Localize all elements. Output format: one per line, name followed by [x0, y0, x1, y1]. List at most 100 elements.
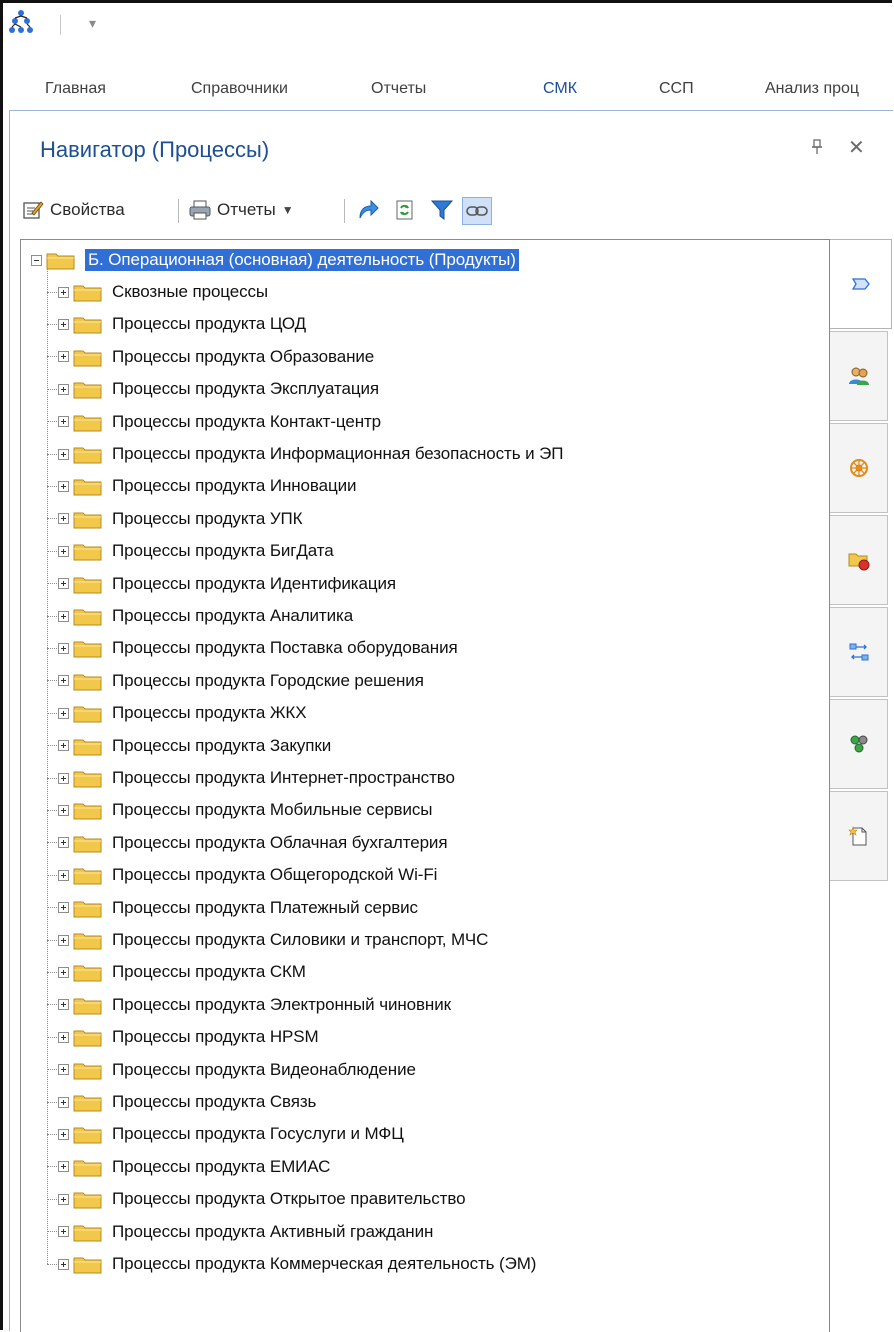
tree-node[interactable]: Процессы продукта ЖКХ [47, 699, 307, 727]
expand-icon[interactable] [58, 448, 69, 460]
tree-node[interactable]: Процессы продукта Облачная бухгалтерия [47, 829, 448, 857]
reports-dropdown-button[interactable]: Отчеты ▼ [188, 197, 294, 223]
tree-node[interactable]: Процессы продукта Идентификация [47, 570, 396, 598]
expand-icon[interactable] [58, 416, 69, 428]
tree-node[interactable]: Процессы продукта ЦОД [47, 310, 306, 338]
link-toggle-button[interactable] [462, 197, 492, 225]
tree-node[interactable]: Процессы продукта Закупки [47, 732, 331, 760]
expand-icon[interactable] [58, 578, 69, 590]
tree-node[interactable]: Процессы продукта Госуслуги и МФЦ [47, 1120, 404, 1148]
expand-icon[interactable] [58, 804, 69, 816]
expand-icon[interactable] [58, 902, 69, 914]
tree-node[interactable]: Процессы продукта Интернет-пространство [47, 764, 455, 792]
folder-icon [73, 1030, 102, 1047]
tree-node[interactable]: Сквозные процессы [47, 278, 268, 306]
properties-button[interactable]: Свойства [22, 197, 125, 223]
tree-node[interactable]: Процессы продукта Связь [47, 1088, 316, 1116]
side-tab-users[interactable] [830, 331, 888, 421]
tree-node[interactable]: Процессы продукта Общегородской Wi-Fi [47, 861, 437, 889]
tree-node[interactable]: Процессы продукта Поставка оборудования [47, 634, 458, 662]
side-tab-wheel[interactable] [830, 423, 888, 513]
tree-node[interactable]: Процессы продукта Аналитика [47, 602, 353, 630]
refresh-button[interactable] [394, 197, 416, 223]
tree-node[interactable]: Процессы продукта Информационная безопас… [47, 440, 563, 468]
tree-node[interactable]: Процессы продукта СКМ [47, 958, 306, 986]
go-to-button[interactable] [356, 197, 380, 223]
tree-node[interactable]: Процессы продукта HPSM [47, 1023, 319, 1051]
collapse-icon[interactable] [31, 254, 42, 266]
tree-node[interactable]: Процессы продукта Эксплуатация [47, 375, 379, 403]
tree-node-label: Процессы продукта СКМ [112, 962, 306, 982]
filter-button[interactable] [430, 197, 454, 223]
side-tab-connections[interactable] [830, 607, 888, 697]
expand-icon[interactable] [58, 1096, 69, 1108]
tree-node[interactable]: Процессы продукта Электронный чиновник [47, 991, 451, 1019]
expand-icon[interactable] [58, 1064, 69, 1076]
side-tab-objects[interactable] [830, 515, 888, 605]
reports-label: Отчеты [217, 200, 276, 219]
tree-connector [47, 1166, 57, 1168]
tree-node[interactable]: Процессы продукта Силовики и транспорт, … [47, 926, 488, 954]
expand-icon[interactable] [58, 1258, 69, 1270]
expand-icon[interactable] [58, 480, 69, 492]
new-document-icon [847, 826, 866, 846]
customize-qat-dropdown-icon[interactable]: ▾ [89, 15, 96, 32]
tree-node[interactable]: Процессы продукта Образование [47, 343, 374, 371]
folder-icon [73, 965, 102, 982]
expand-icon[interactable] [58, 513, 69, 525]
expand-icon[interactable] [58, 707, 69, 719]
tab-process-analysis[interactable]: Анализ проц [765, 80, 859, 98]
expand-icon[interactable] [58, 610, 69, 622]
tree-node[interactable]: Процессы продукта БигДата [47, 537, 334, 565]
expand-icon[interactable] [58, 286, 69, 298]
expand-icon[interactable] [58, 966, 69, 978]
expand-icon[interactable] [58, 1128, 69, 1140]
side-tab-group[interactable] [830, 699, 888, 789]
tree-node[interactable]: Процессы продукта Городские решения [47, 667, 424, 695]
expand-icon[interactable] [58, 1161, 69, 1173]
tree-connector [47, 388, 57, 390]
pin-icon[interactable] [810, 139, 824, 155]
side-tab-strip [830, 239, 892, 1331]
expand-icon[interactable] [58, 999, 69, 1011]
expand-icon[interactable] [58, 351, 69, 363]
expand-icon[interactable] [58, 740, 69, 752]
folder-icon [73, 609, 102, 626]
expand-icon[interactable] [58, 1031, 69, 1043]
tree-node[interactable]: Процессы продукта Контакт-центр [47, 408, 381, 436]
tree-node[interactable]: Процессы продукта Коммерческая деятельно… [47, 1250, 536, 1278]
tree-node[interactable]: Процессы продукта ЕМИАС [47, 1153, 330, 1181]
close-panel-icon[interactable]: ✕ [848, 135, 865, 160]
expand-icon[interactable] [58, 1226, 69, 1238]
expand-icon[interactable] [58, 869, 69, 881]
expand-icon[interactable] [58, 383, 69, 395]
tree-node[interactable]: Процессы продукта Активный гражданин [47, 1218, 433, 1246]
expand-icon[interactable] [58, 545, 69, 557]
side-tab-processes[interactable] [830, 239, 892, 329]
tree-node[interactable]: Процессы продукта Видеонаблюдение [47, 1056, 416, 1084]
app-logo-icon[interactable] [8, 9, 34, 35]
tree-node[interactable]: Процессы продукта Инновации [47, 472, 357, 500]
side-tab-new-document[interactable] [830, 791, 888, 881]
tree-node[interactable]: Процессы продукта УПК [47, 505, 303, 533]
expand-icon[interactable] [58, 642, 69, 654]
folder-icon [73, 317, 102, 334]
expand-icon[interactable] [58, 772, 69, 784]
tab-reports[interactable]: Отчеты [371, 80, 426, 98]
expand-icon[interactable] [58, 675, 69, 687]
tab-ssp[interactable]: ССП [659, 80, 694, 98]
tree-node[interactable]: Процессы продукта Открытое правительство [47, 1185, 466, 1213]
folder-icon [73, 1095, 102, 1112]
tree-node[interactable]: Процессы продукта Платежный сервис [47, 894, 418, 922]
tab-reference-books[interactable]: Справочники [191, 80, 288, 98]
tab-home[interactable]: Главная [45, 80, 106, 98]
tab-smk[interactable]: СМК [543, 80, 577, 98]
expand-icon[interactable] [58, 318, 69, 330]
tree-node[interactable]: Процессы продукта Мобильные сервисы [47, 796, 432, 824]
expand-icon[interactable] [58, 1193, 69, 1205]
process-tree[interactable]: Б. Операционная (основная) деятельность … [20, 239, 830, 1332]
tree-root-node[interactable]: Б. Операционная (основная) деятельность … [31, 246, 519, 274]
expand-icon[interactable] [58, 837, 69, 849]
expand-icon[interactable] [58, 934, 69, 946]
tree-node-label: Процессы продукта Силовики и транспорт, … [112, 930, 489, 949]
